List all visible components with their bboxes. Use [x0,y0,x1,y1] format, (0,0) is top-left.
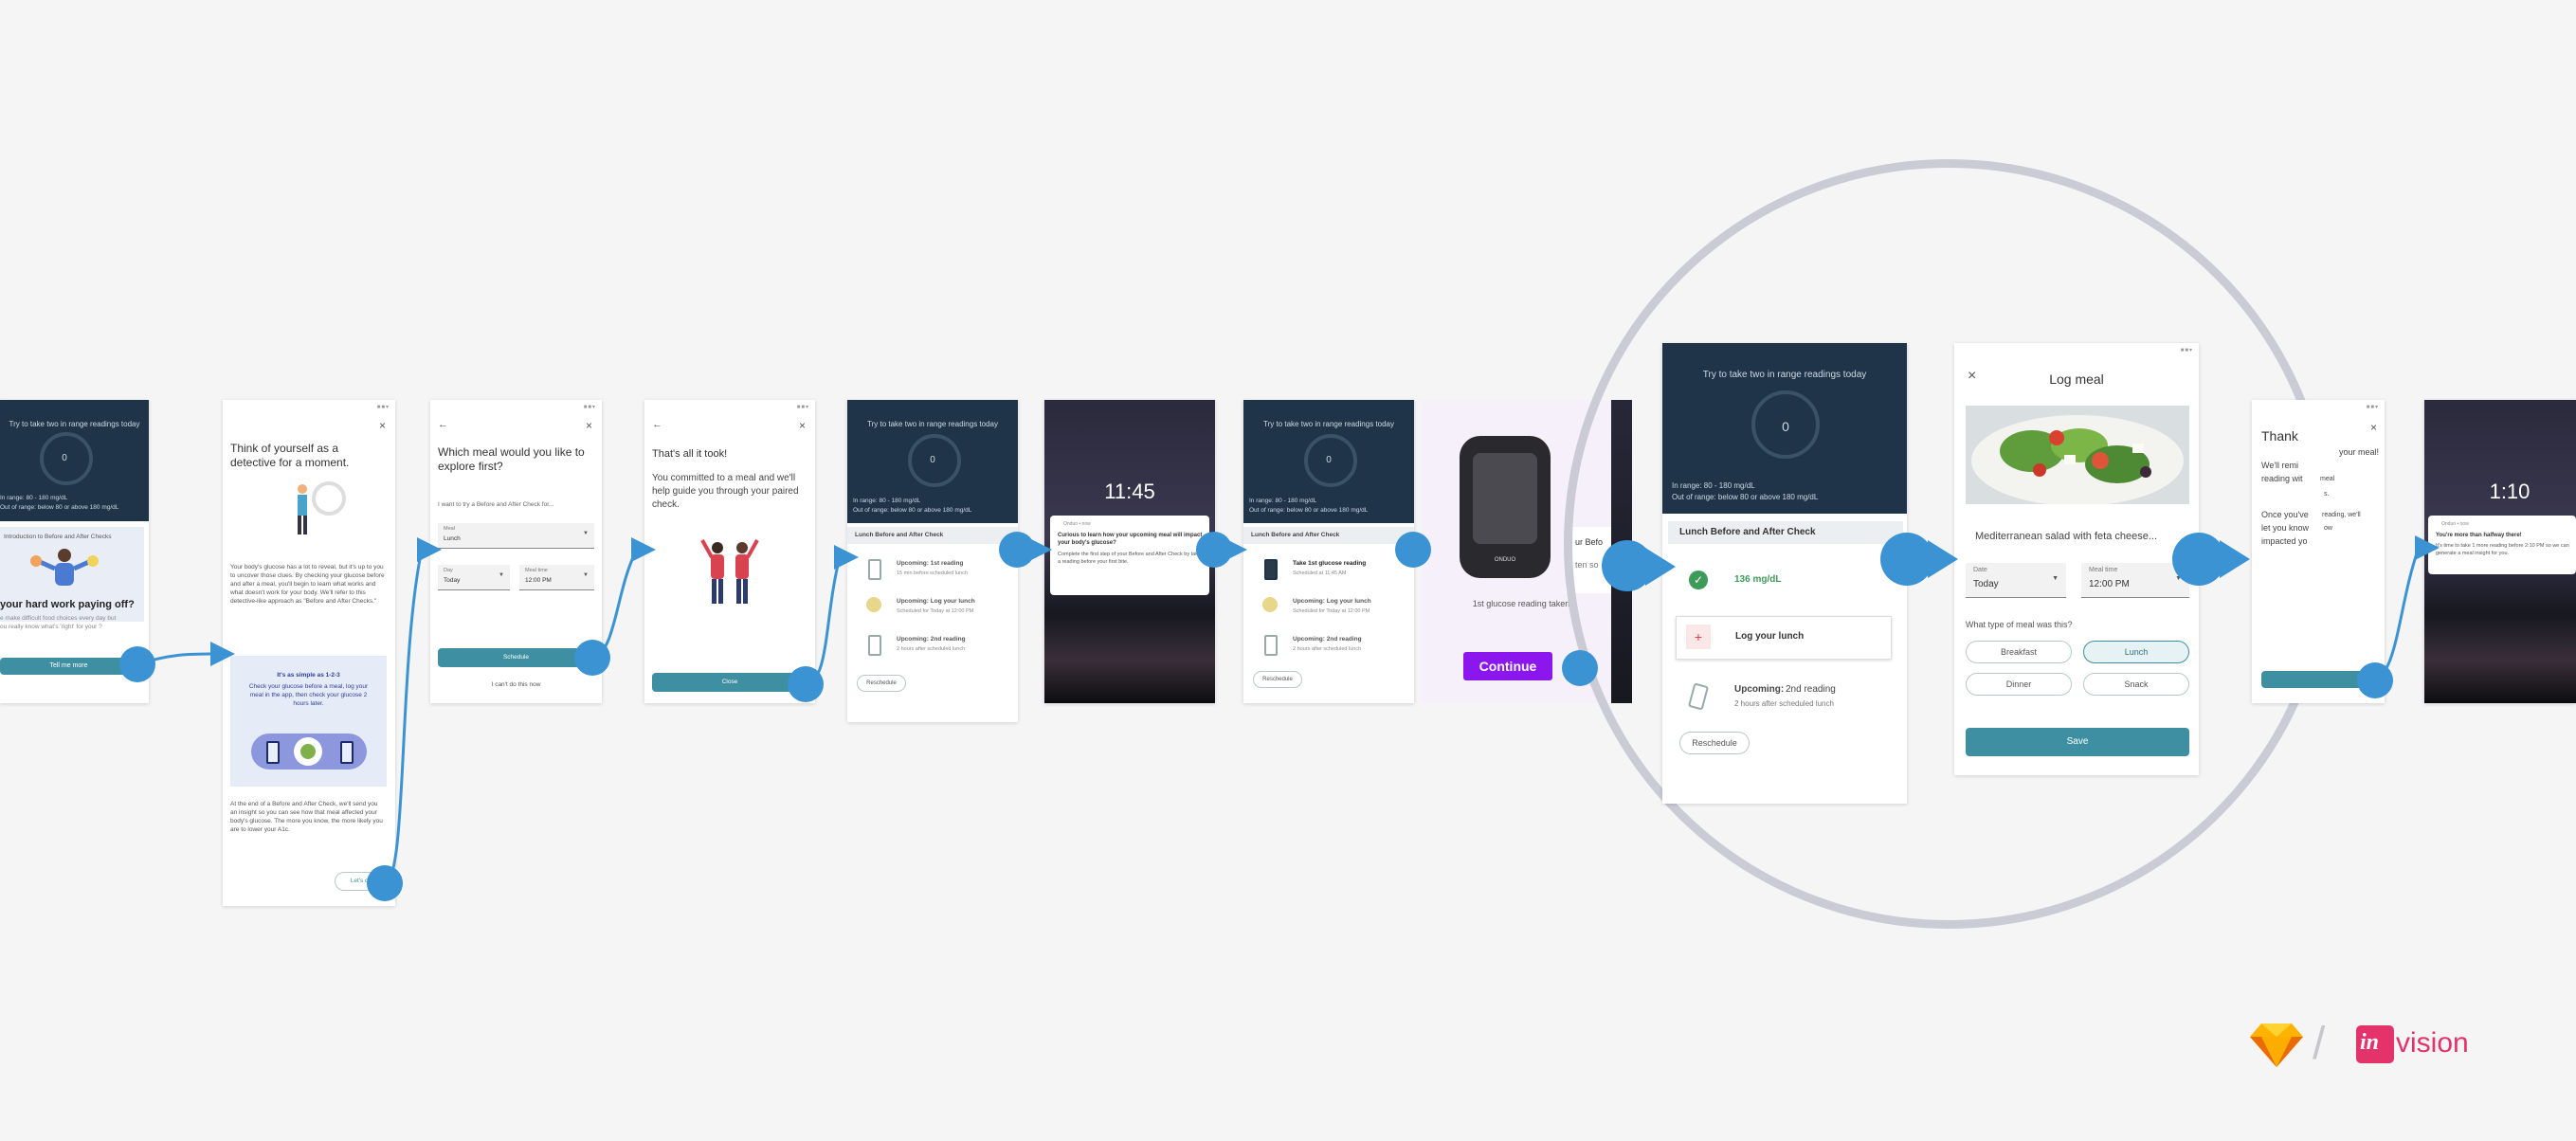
flow-arrow-icon [210,642,235,666]
flow-node [574,640,610,676]
flow-node [2172,533,2225,586]
flow-arrow-icon [1928,540,1958,578]
flow-node [1562,650,1598,686]
flow-arrow-icon [1027,537,1052,562]
flow-node [119,646,155,682]
sketch-logo-icon [2250,1023,2303,1067]
flow-node [1880,533,1933,586]
flow-arrow-icon [834,545,859,570]
flow-arrow-icon [2220,540,2250,578]
flow-arrow-icon [2415,535,2440,560]
flow-arrow-icon [631,537,656,562]
flow-node [2357,662,2393,698]
brand-slash: / [2313,1019,2326,1069]
flow-node [788,666,824,702]
flow-arrow-icon [417,537,442,562]
flow-arrow-icon [1223,537,1247,562]
flow-node [367,865,403,901]
invision-logo-badge: in [2356,1025,2394,1063]
invision-logo-text: vision [2396,1027,2469,1059]
flow-node [1395,532,1431,568]
flow-arrow-icon [1645,548,1676,586]
invision-logo-in: in [2360,1030,2380,1055]
